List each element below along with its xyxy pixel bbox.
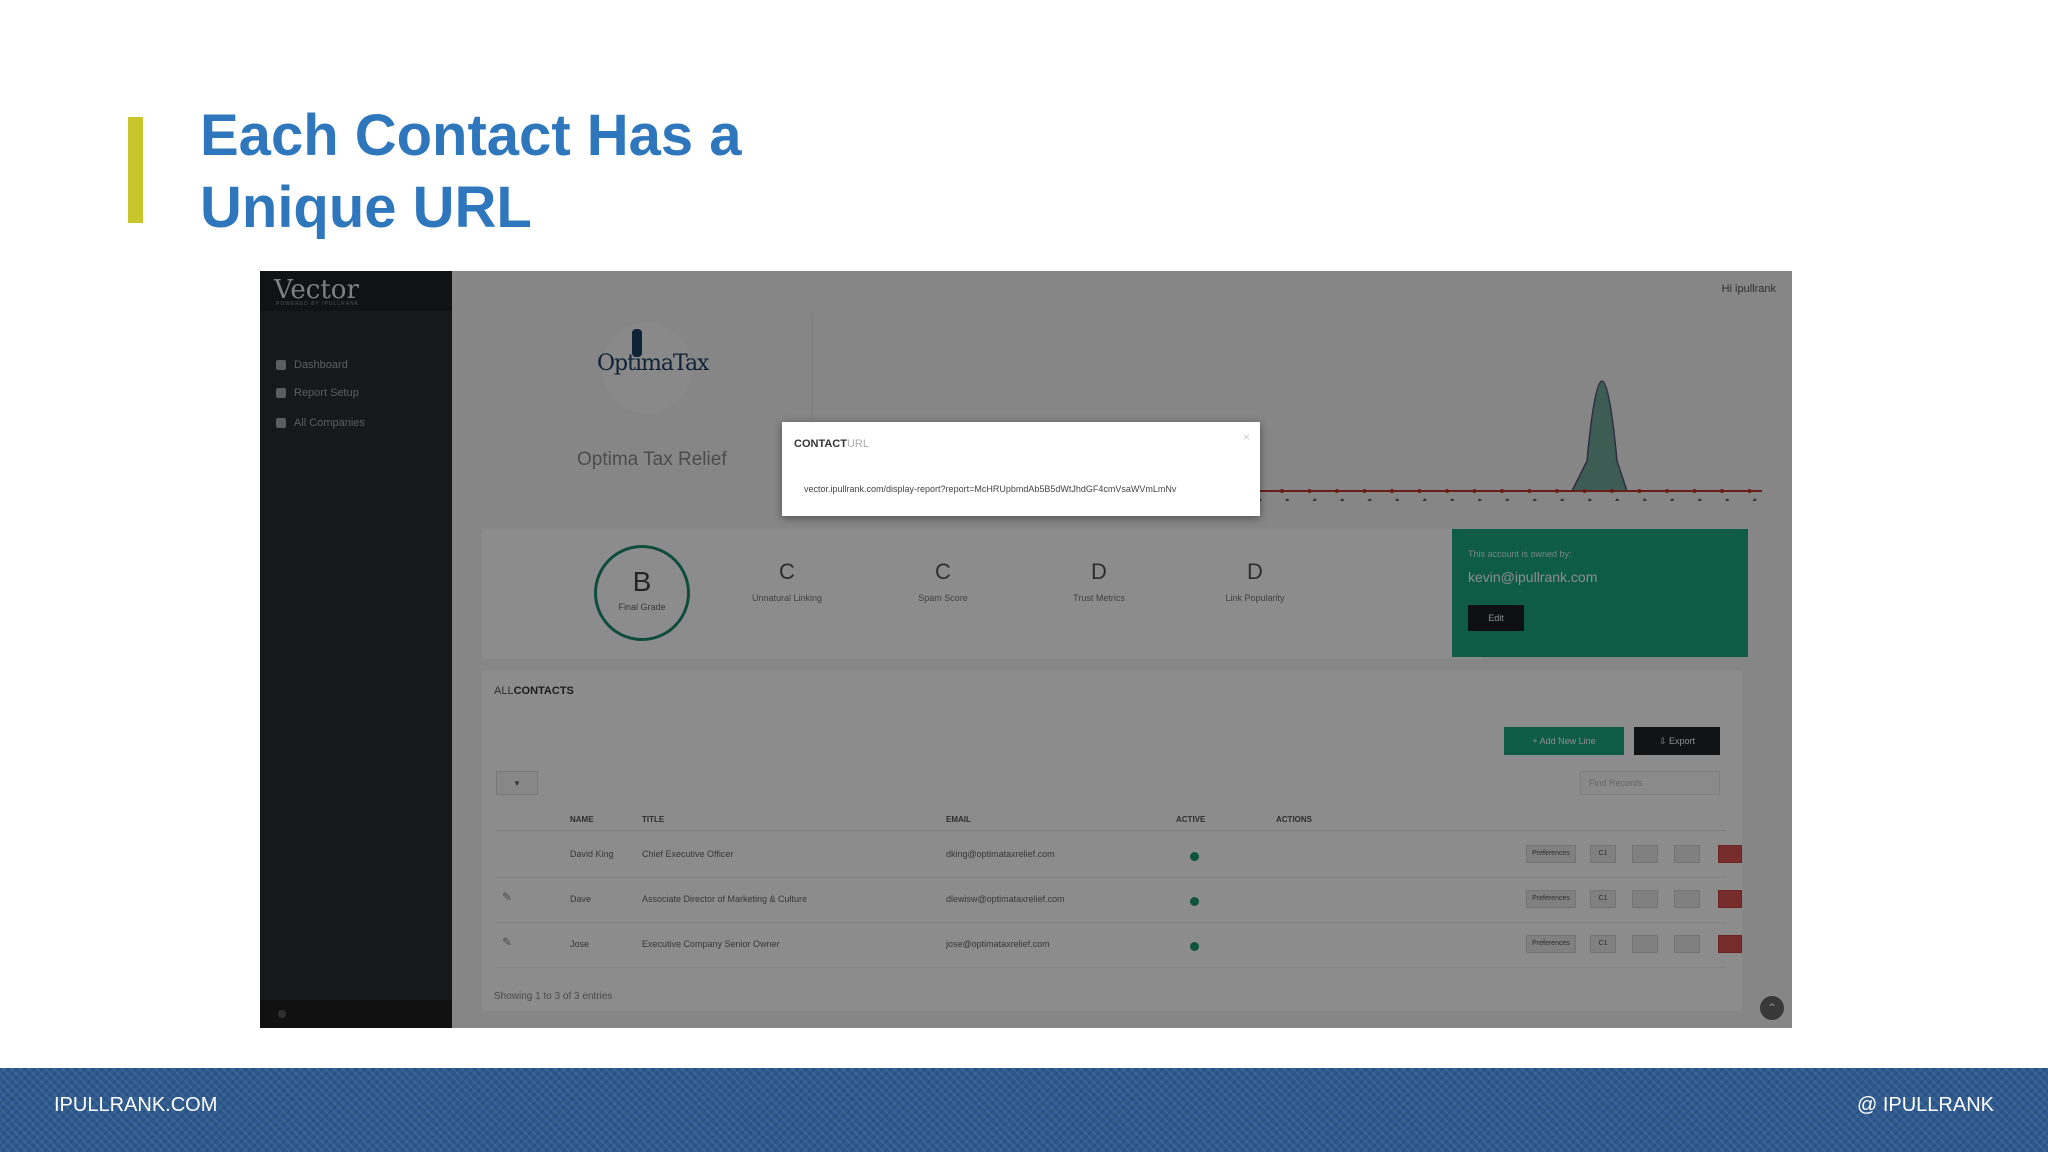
- close-icon[interactable]: ×: [1243, 430, 1250, 444]
- modal-title-text: CONTACT: [794, 438, 847, 450]
- modal-backdrop[interactable]: [260, 271, 1792, 1028]
- title-line-2: Unique URL: [200, 175, 532, 240]
- title-line-1: Each Contact Has a: [200, 103, 742, 168]
- footer-handle: @ IPULLRANK: [1856, 1094, 1994, 1116]
- contact-url-modal: CONTACTURL × vector.ipullrank.com/displa…: [782, 422, 1260, 516]
- modal-title-suffix: URL: [846, 438, 869, 450]
- slide: Each Contact Has a Unique URL Vector POW…: [0, 0, 2048, 1152]
- modal-title: CONTACTURL: [794, 438, 869, 450]
- app-screenshot: Vector POWERED BY IPULLRANK Dashboard Re…: [260, 271, 1792, 1028]
- contact-url-text[interactable]: vector.ipullrank.com/display-report?repo…: [804, 484, 1176, 494]
- slide-title: Each Contact Has a Unique URL: [200, 100, 742, 244]
- title-accent-bar: [128, 117, 143, 223]
- slide-footer: IPULLRANK.COM @ IPULLRANK: [0, 1068, 2048, 1152]
- footer-website: IPULLRANK.COM: [54, 1094, 218, 1116]
